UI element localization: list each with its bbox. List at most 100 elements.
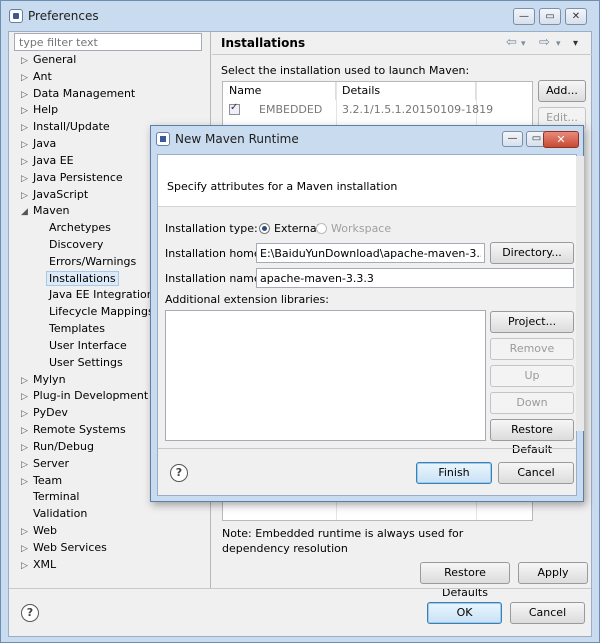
forward-menu-icon[interactable]: ▾ [556,39,561,49]
tree-item-java[interactable]: ▷ Java [21,136,56,152]
tree-item-user-interface[interactable]: User Interface [49,338,127,354]
expand-arrow-icon[interactable]: ▷ [21,440,33,456]
extension-libraries-list[interactable] [165,310,486,441]
expand-arrow-icon[interactable]: ▷ [21,188,33,204]
expand-arrow-icon[interactable]: ▷ [21,558,33,574]
directory-button[interactable]: Directory... [490,242,574,264]
tree-item-label: User Settings [49,355,123,369]
expand-arrow-icon[interactable]: ▷ [21,373,33,389]
help-icon[interactable]: ? [21,604,39,622]
back-icon[interactable]: ⇦ [506,35,517,50]
expand-arrow-icon[interactable]: ▷ [21,171,33,187]
tree-item-installations[interactable]: Installations [46,270,119,287]
tree-item-remote-systems[interactable]: ▷ Remote Systems [21,422,126,438]
tree-item-label: Java [33,137,57,151]
tree-item-data-management[interactable]: ▷ Data Management [21,86,135,102]
back-menu-icon[interactable]: ▾ [521,39,526,49]
tree-item-user-settings[interactable]: User Settings [49,355,123,371]
tree-item-general[interactable]: ▷ General [21,52,76,68]
dialog-close-button[interactable]: ✕ [543,131,579,148]
tree-item-label: Remote Systems [33,423,126,437]
tree-item-discovery[interactable]: Discovery [49,237,103,253]
dialog-header: Specify attributes for a Maven installat… [158,155,576,207]
dialog-title[interactable]: New Maven Runtime [175,132,299,146]
maximize-button[interactable]: ▭ [539,8,561,25]
apply-button[interactable]: Apply [518,562,588,584]
tree-item-javascript[interactable]: ▷ JavaScript [21,187,88,203]
expanded-arrow-icon[interactable]: ◢ [21,204,33,220]
tree-item-maven[interactable]: ◢ Maven [21,203,69,219]
tree-item-label: Java EE Integration [49,288,154,302]
dialog-cancel-button[interactable]: Cancel [498,462,574,484]
tree-item-plug-in-development[interactable]: ▷ Plug-in Development [21,388,148,404]
tree-item-label: Web Services [33,540,107,554]
expand-arrow-icon[interactable]: ▷ [21,524,33,540]
expand-arrow-icon[interactable]: ▷ [21,406,33,422]
close-window-button[interactable]: ✕ [565,8,587,25]
tree-item-java-ee[interactable]: ▷ Java EE [21,153,74,169]
expand-arrow-icon[interactable]: ▷ [21,70,33,86]
app-icon [9,9,23,23]
expand-arrow-icon[interactable]: ▷ [21,423,33,439]
expand-arrow-icon[interactable]: ▷ [21,474,33,490]
tree-item-xml[interactable]: ▷ XML [21,557,56,573]
tree-item-install-update[interactable]: ▷ Install/Update [21,119,110,135]
installation-name-field[interactable] [256,268,574,288]
remove-button[interactable]: Remove [490,338,574,360]
dialog-help-icon[interactable]: ? [170,464,188,482]
column-header-name[interactable]: Name [223,82,336,100]
row-checkbox[interactable] [229,102,240,115]
expand-arrow-icon[interactable]: ▷ [21,137,33,153]
installation-home-field[interactable] [256,243,485,263]
tree-item-web[interactable]: ▷ Web [21,523,57,539]
tree-item-lifecycle-mappings[interactable]: Lifecycle Mappings [49,304,154,320]
table-row[interactable]: EMBEDDED 3.2.1/1.5.1.20150109-1819 [223,101,532,118]
external-radio-label[interactable]: External [274,222,320,235]
tree-item-run-debug[interactable]: ▷ Run/Debug [21,439,94,455]
page-title: Installations [221,36,306,50]
expand-arrow-icon[interactable]: ▷ [21,53,33,69]
up-button[interactable]: Up [490,365,574,387]
filter-input[interactable] [14,33,202,51]
restore-default-button[interactable]: Restore Default [490,419,574,456]
down-button[interactable]: Down [490,392,574,414]
tree-item-templates[interactable]: Templates [49,321,105,337]
tree-item-pydev[interactable]: ▷ PyDev [21,405,68,421]
tree-item-mylyn[interactable]: ▷ Mylyn [21,372,66,388]
minimize-button[interactable]: — [513,8,535,25]
title-bar[interactable]: Preferences — ▭ ✕ [1,1,599,31]
expand-arrow-icon[interactable]: ▷ [21,457,33,473]
expand-arrow-icon[interactable]: ▷ [21,154,33,170]
tree-item-ant[interactable]: ▷ Ant [21,69,52,85]
expand-arrow-icon[interactable]: ▷ [21,389,33,405]
column-header-details[interactable]: Details [336,82,476,100]
tree-item-web-services[interactable]: ▷ Web Services [21,540,107,556]
view-menu-icon[interactable]: ▾ [573,38,578,49]
finish-button[interactable]: Finish [416,462,492,484]
ok-button[interactable]: OK [427,602,502,624]
cancel-button[interactable]: Cancel [510,602,585,624]
workspace-radio-label[interactable]: Workspace [331,222,391,235]
tree-item-terminal[interactable]: Terminal [21,489,80,505]
tree-item-java-ee-integration[interactable]: Java EE Integration [49,287,154,303]
expand-arrow-icon[interactable]: ▷ [21,541,33,557]
expand-arrow-icon[interactable]: ▷ [21,87,33,103]
project-button[interactable]: Project... [490,311,574,333]
dialog-minimize-button[interactable]: — [502,131,523,147]
tree-item-archetypes[interactable]: Archetypes [49,220,111,236]
tree-item-java-persistence[interactable]: ▷ Java Persistence [21,170,123,186]
tree-item-server[interactable]: ▷ Server [21,456,69,472]
dialog-scrollbar[interactable] [576,156,584,431]
external-radio[interactable] [259,223,270,234]
workspace-radio[interactable] [316,223,327,234]
tree-item-errors-warnings[interactable]: Errors/Warnings [49,254,136,270]
restore-defaults-button[interactable]: Restore Defaults [420,562,510,599]
add-button[interactable]: Add... [538,80,586,102]
tree-item-label: Maven [33,204,70,218]
expand-arrow-icon[interactable]: ▷ [21,103,33,119]
expand-arrow-icon[interactable]: ▷ [21,120,33,136]
tree-item-validation[interactable]: Validation [21,506,87,522]
tree-item-team[interactable]: ▷ Team [21,473,62,489]
forward-icon[interactable]: ⇨ [539,35,550,50]
tree-item-help[interactable]: ▷ Help [21,102,58,118]
